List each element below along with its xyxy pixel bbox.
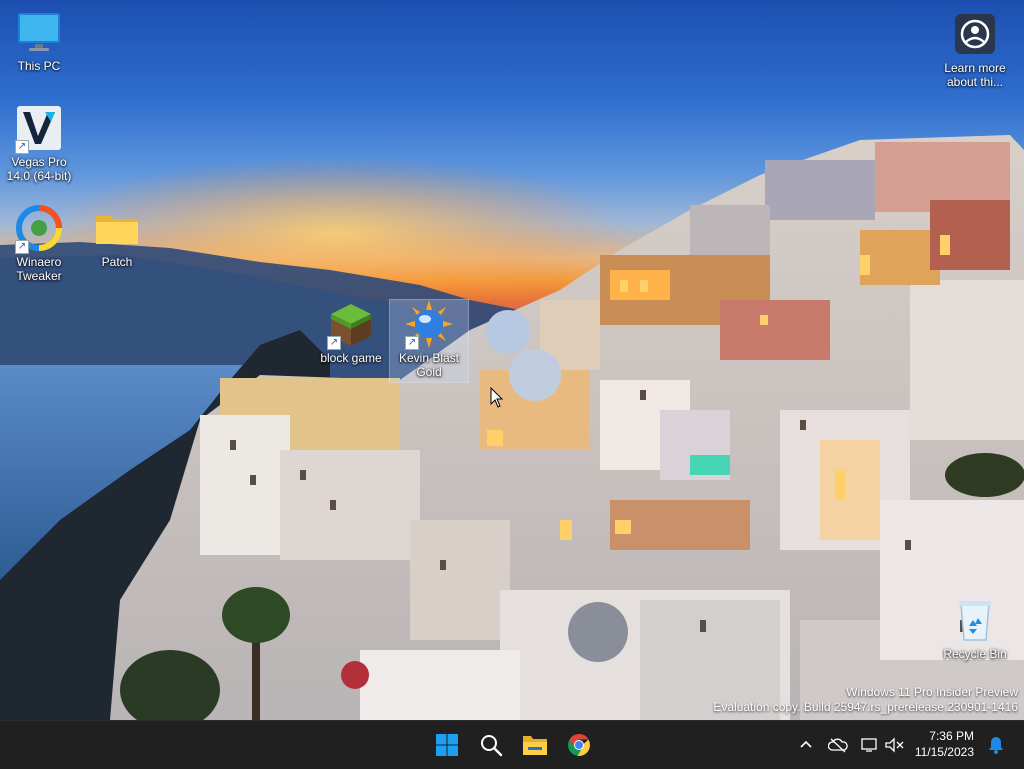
mouse-cursor-icon <box>490 387 504 408</box>
volume-tray-button[interactable] <box>884 735 904 755</box>
volume-muted-icon <box>885 737 904 753</box>
desktop-icon-learn-more[interactable]: Learn more about thi... <box>936 10 1014 89</box>
onedrive-off-icon <box>828 738 848 753</box>
taskbar: 7:36 PM 11/15/2023 <box>0 720 1024 769</box>
search-icon <box>481 735 503 757</box>
watermark-line-1: Windows 11 Pro Insider Preview <box>846 685 1018 699</box>
clock-date: 11/15/2023 <box>914 745 974 759</box>
taskbar-clock[interactable]: 7:36 PM 11/15/2023 <box>910 728 974 760</box>
folder-icon <box>93 204 141 252</box>
watermark-line-2: Evaluation copy. Build 25947.rs_prerelea… <box>713 700 1018 714</box>
monitor-icon <box>15 8 63 56</box>
folder-icon <box>523 736 547 755</box>
desktop-icon-label: Patch <box>101 255 133 269</box>
desktop-icon-label: block game <box>320 351 382 365</box>
shortcut-arrow-icon: ↗ <box>15 240 29 254</box>
start-button[interactable] <box>427 725 467 765</box>
shortcut-arrow-icon: ↗ <box>405 336 419 350</box>
desktop-icon-label: Vegas Pro 14.0 (64-bit) <box>6 155 72 183</box>
winaero-tweaker-icon: ↗ <box>15 204 63 254</box>
notification-bell-icon <box>989 737 1003 754</box>
sun-globe-icon: ↗ <box>405 300 453 350</box>
desktop-icon-vegas-pro[interactable]: ↗ Vegas Pro 14.0 (64-bit) <box>0 104 78 183</box>
network-icon <box>861 738 877 752</box>
grass-block-icon: ↗ <box>327 300 375 350</box>
windows-logo-icon <box>436 734 458 756</box>
desktop-icon-label: Winaero Tweaker <box>16 255 62 283</box>
chrome-button[interactable] <box>559 725 599 765</box>
clock-time: 7:36 PM <box>929 729 974 743</box>
desktop-icon-label: This PC <box>17 59 61 73</box>
file-explorer-button[interactable] <box>515 725 555 765</box>
shortcut-arrow-icon: ↗ <box>15 140 29 154</box>
evaluation-watermark: Windows 11 Pro Insider Preview Evaluatio… <box>713 685 1018 715</box>
desktop-icon-block-game[interactable]: ↗ block game <box>312 300 390 365</box>
network-tray-button[interactable] <box>860 735 880 755</box>
santorini-wallpaper <box>0 135 1024 720</box>
desktop-icon-label: Learn more about thi... <box>944 61 1006 89</box>
shortcut-arrow-icon: ↗ <box>327 336 341 350</box>
desktop-icon-recycle-bin[interactable]: Recycle Bin <box>936 596 1014 661</box>
camera-lens-icon <box>951 10 999 58</box>
desktop-wallpaper <box>0 0 1024 720</box>
desktop-icon-winaero-tweaker[interactable]: ↗ Winaero Tweaker <box>0 204 78 283</box>
vegas-pro-icon: ↗ <box>15 104 63 154</box>
desktop-icon-kevin-blast-gold[interactable]: ↗ Kevin Blast Gold <box>389 299 469 383</box>
show-hidden-icons-button[interactable] <box>796 735 816 755</box>
chrome-icon <box>568 734 590 756</box>
recycle-bin-icon <box>951 596 999 644</box>
desktop-icon-label: Recycle Bin <box>943 647 1007 661</box>
desktop-icon-this-pc[interactable]: This PC <box>0 8 78 73</box>
chevron-up-icon <box>800 740 812 748</box>
desktop-icon-label: Kevin Blast Gold <box>398 351 460 379</box>
desktop-icon-patch[interactable]: Patch <box>78 204 156 269</box>
onedrive-tray-button[interactable] <box>828 735 848 755</box>
search-button[interactable] <box>471 725 511 765</box>
notifications-button[interactable] <box>986 735 1006 755</box>
